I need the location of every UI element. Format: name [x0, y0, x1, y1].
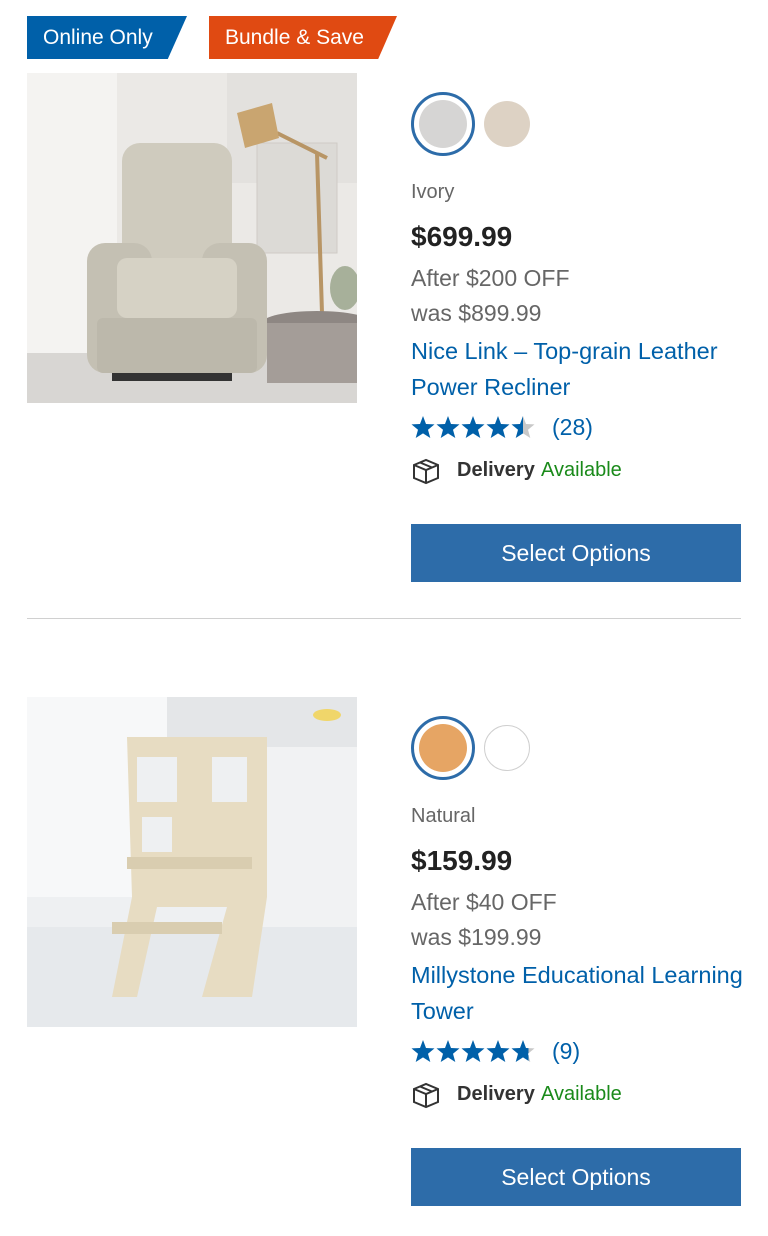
select-options-button[interactable]: Select Options [411, 524, 741, 582]
discount-text: After $200 OFF [411, 265, 570, 291]
review-count[interactable]: (9) [552, 1038, 580, 1065]
swatch-ivory-selected[interactable] [411, 92, 475, 156]
delivery-label: Delivery [457, 1083, 535, 1105]
price: $699.99 [411, 221, 513, 252]
discount-text: After $40 OFF [411, 889, 557, 915]
review-count[interactable]: (28) [552, 414, 593, 441]
bundle-save-badge: Bundle & Save [209, 16, 397, 59]
swatch-natural-selected[interactable] [411, 716, 475, 780]
color-swatches [411, 92, 611, 156]
selected-color-name: Ivory [411, 181, 455, 203]
online-only-badge: Online Only [27, 16, 187, 59]
delivery-availability: Available [541, 1083, 622, 1105]
learning-tower-image [27, 697, 357, 1027]
product-image[interactable] [27, 697, 357, 1027]
package-box-icon [413, 1082, 439, 1109]
was-price: was $199.99 [411, 924, 542, 950]
rating-stars-icon [411, 1040, 535, 1062]
selected-color-name: Natural [411, 805, 476, 827]
delivery-status: Delivery Available [411, 1081, 711, 1109]
delivery-availability: Available [541, 459, 622, 481]
was-price: was $899.99 [411, 300, 542, 326]
rating[interactable]: (28) [411, 413, 671, 443]
color-swatches [411, 716, 611, 780]
product-title-link[interactable]: Nice Link – Top-grain Leather Power Recl… [411, 333, 751, 405]
select-options-button[interactable]: Select Options [411, 1148, 741, 1206]
recliner-image [27, 73, 357, 403]
swatch-beige[interactable] [484, 101, 530, 147]
swatch-white[interactable] [484, 725, 530, 771]
product-divider [27, 618, 741, 619]
delivery-status: Delivery Available [411, 457, 711, 485]
price: $159.99 [411, 845, 513, 876]
product-title-link[interactable]: Millystone Educational Learning Tower [411, 957, 751, 1029]
package-box-icon [413, 458, 439, 485]
delivery-label: Delivery [457, 459, 535, 481]
rating[interactable]: (9) [411, 1037, 671, 1067]
product-image[interactable] [27, 73, 357, 403]
rating-stars-icon [411, 416, 535, 438]
